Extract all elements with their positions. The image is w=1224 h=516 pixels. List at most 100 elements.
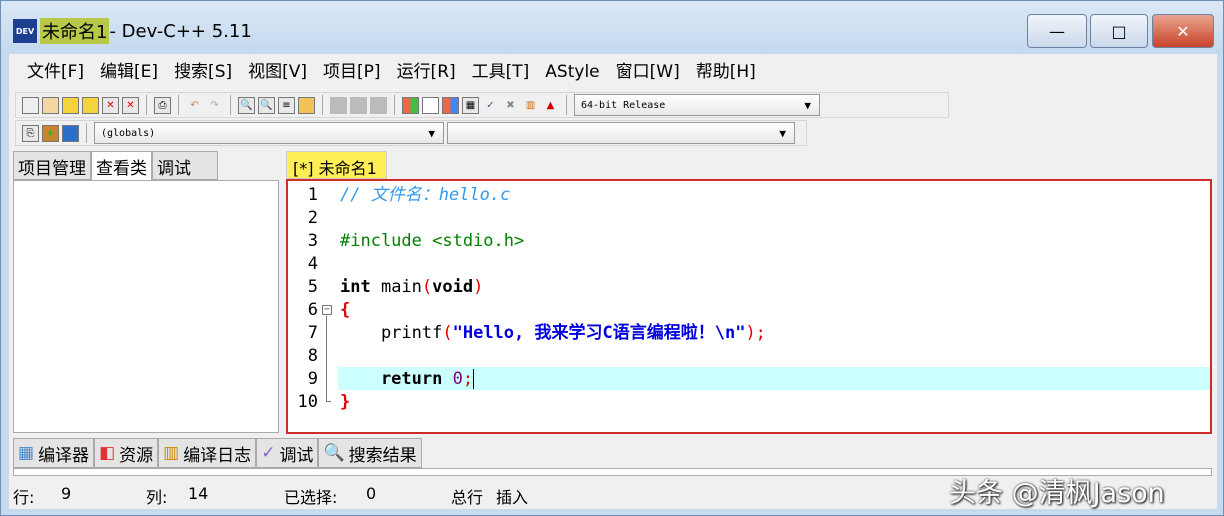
menu-run[interactable]: 运行[R] [389,60,464,84]
tab-classes[interactable]: 查看类 [91,151,152,180]
replace-icon[interactable]: 🔍 [258,96,275,114]
menu-edit[interactable]: 编辑[E] [92,60,166,84]
scope-select[interactable]: (globals) ▼ [94,122,444,144]
line-number: 7 [307,323,318,343]
keyword: return [340,369,443,389]
class-browser-panel[interactable] [13,180,279,433]
close-button[interactable]: ✕ [1152,14,1214,48]
insert-icon[interactable]: ⎘ [22,124,39,142]
menu-file[interactable]: 文件[F] [19,60,92,84]
line-number: 8 [307,346,318,366]
menu-view[interactable]: 视图[V] [240,60,315,84]
compile-run-icon[interactable] [442,96,459,114]
compile-icon[interactable] [402,96,419,114]
scope-select-value: (globals) [101,127,156,139]
symbol-select[interactable]: ▼ [447,122,795,144]
string: "Hello, 我来学习C语言编程啦！\n" [452,323,746,343]
print-icon[interactable]: ⎙ [154,96,171,114]
tab-label: 编译器 [38,445,90,466]
save-all-icon[interactable] [82,96,99,114]
separator [146,95,147,115]
compiler-select[interactable]: 64-bit Release ▼ [574,94,820,116]
title-bar: DEV 未命名1 - Dev-C++ 5.11 [13,17,252,45]
close-all-icon[interactable]: ✕ [122,96,139,114]
new-file-icon[interactable] [22,96,39,114]
add-icon[interactable]: + [42,124,59,142]
tab-label: 搜索结果 [348,445,417,466]
code-line-9: return 0; [340,368,1210,391]
brace: } [340,392,351,412]
chevron-down-icon: ▼ [804,99,811,112]
run-icon[interactable] [422,96,439,114]
chart-icon[interactable]: ▥ [522,97,539,114]
separator [86,123,87,143]
code-line-10: } [340,391,1210,414]
menu-window[interactable]: 窗口[W] [608,60,688,84]
maximize-button[interactable]: □ [1090,14,1148,48]
find-icon[interactable]: 🔍 [238,96,255,114]
indent-icon[interactable]: ≡ [278,96,295,114]
tab-project[interactable]: 项目管理 [13,151,91,180]
tab-label: 资源 [119,445,154,466]
tab-label: 编译日志 [183,445,252,466]
stop-icon[interactable]: ✖ [502,97,519,114]
goto-icon[interactable] [350,96,367,114]
toggle-icon[interactable] [370,96,387,114]
line-number: 9 [307,369,318,389]
line-gutter: 1 2 3 4 5 6 7 8 9 10 − [288,181,338,432]
unindent-icon[interactable] [298,96,315,114]
tab-debug[interactable]: 调试 [152,151,218,180]
profile-icon[interactable]: ▲ [542,97,559,114]
compiler-select-value: 64-bit Release [581,99,666,111]
line-number: 1 [307,185,318,205]
separator [230,95,231,115]
chevron-down-icon: ▼ [779,127,786,140]
identifier: printf [340,323,443,343]
keyword: void [432,277,474,297]
bookmark-icon[interactable] [330,96,347,114]
tab-debug-bottom[interactable]: ✓ 调试 [256,438,319,468]
brace: { [340,300,351,320]
fold-end [326,401,331,402]
menu-astyle[interactable]: AStyle [537,60,607,84]
client-area: 文件[F] 编辑[E] 搜索[S] 视图[V] 项目[P] 运行[R] 工具[T… [9,54,1217,509]
menu-help[interactable]: 帮助[H] [688,60,764,84]
selected-value: 0 [366,484,377,503]
close-file-icon[interactable]: ✕ [102,96,119,114]
tab-search-results[interactable]: 🔍 搜索结果 [318,438,422,468]
menu-project[interactable]: 项目[P] [315,60,389,84]
book-icon[interactable] [62,124,79,142]
semicolon: ; [462,369,474,389]
title-filename: 未命名1 [40,18,110,44]
total-lines-label: 总行 [451,488,484,507]
watermark: 头条 @清枫Jason [949,478,1165,509]
line-number: 5 [307,277,318,297]
code-line-3: #include <stdio.h> [340,230,1210,253]
selected-label: 已选择: [284,488,338,507]
code-editor[interactable]: 1 2 3 4 5 6 7 8 9 10 − // 文件名：hello.c #i… [286,179,1212,434]
menu-tools[interactable]: 工具[T] [464,60,538,84]
identifier: main [370,277,422,297]
minimize-button[interactable]: — [1027,14,1087,48]
editor-tab[interactable]: [*] 未命名1 [286,151,387,179]
rebuild-icon[interactable]: ▦ [462,96,479,114]
separator [566,95,567,115]
code-line-1: // 文件名：hello.c [340,184,1210,207]
separator [178,95,179,115]
left-panel-tabs: 项目管理 查看类 调试 [13,151,218,180]
tab-compile-log[interactable]: ▥ 编译日志 [158,438,257,468]
line-number: 6 [307,300,318,320]
bottom-tabs: ▦ 编译器 ◧ 资源 ▥ 编译日志 ✓ 调试 🔍 搜索结果 [13,438,422,468]
separator [322,95,323,115]
open-file-icon[interactable] [42,96,59,114]
grid-icon: ▦ [18,443,35,463]
tab-compiler[interactable]: ▦ 编译器 [13,438,95,468]
dev-cpp-window: DEV 未命名1 - Dev-C++ 5.11 — □ ✕ 文件[F] 编辑[E… [0,0,1224,516]
check-icon[interactable]: ✓ [482,97,499,114]
redo-icon[interactable]: ↷ [206,97,223,114]
fold-collapse-icon[interactable]: − [322,305,332,315]
undo-icon[interactable]: ↶ [186,97,203,114]
tab-resources[interactable]: ◧ 资源 [94,438,159,468]
menu-search[interactable]: 搜索[S] [166,60,240,84]
save-icon[interactable] [62,96,79,114]
